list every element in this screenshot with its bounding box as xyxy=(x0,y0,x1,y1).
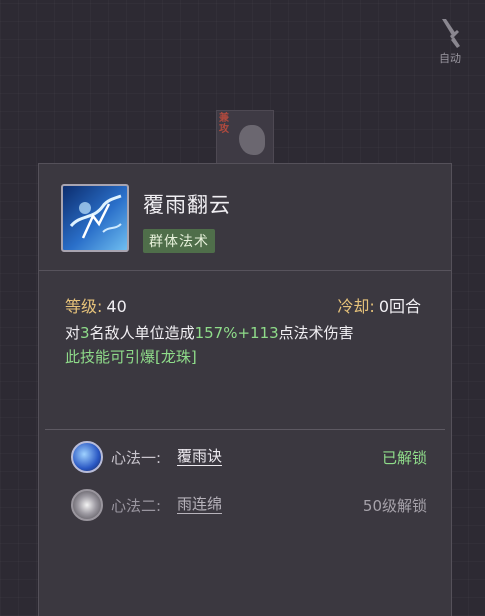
slot-tag-text: 兼攻 xyxy=(219,113,229,135)
skill-icon xyxy=(61,184,129,252)
xinfa-row-1[interactable]: 心法一: 覆雨诀 已解锁 xyxy=(71,441,427,477)
auto-label: 自动 xyxy=(439,52,461,65)
skill-type-badge: 群体法术 xyxy=(143,229,215,253)
background-skill-slot: 兼攻 xyxy=(216,110,274,168)
game-screen: 自动 兼攻 覆雨翻云 群体法术 等级: 40 冷却: 0回合 对3名敌人单位造成… xyxy=(0,0,485,616)
skill-header: 覆雨翻云 群体法术 xyxy=(39,164,451,271)
cooldown-value: 0回合 xyxy=(378,297,421,316)
cooldown-label: 冷却: xyxy=(337,297,375,316)
desc-damage: 157%+113 xyxy=(194,324,279,342)
skill-stats: 等级: 40 冷却: 0回合 对3名敌人单位造成157%+113点法术伤害 此技能可… xyxy=(39,271,451,408)
swirl-xinfa-icon xyxy=(71,489,103,521)
cooldown: 冷却: 0回合 xyxy=(337,293,421,317)
sword-icon xyxy=(442,19,460,48)
auto-battle-button[interactable]: 自动 xyxy=(433,16,467,68)
desc-count: 3 xyxy=(80,324,90,342)
desc-suffix: 点法术伤害 xyxy=(278,324,354,342)
skill-extra-effect: 此技能可引爆[龙珠] xyxy=(65,348,197,366)
divider xyxy=(45,429,445,430)
skill-description: 对3名敌人单位造成157%+113点法术伤害 xyxy=(65,321,421,345)
level-label: 等级: xyxy=(65,297,103,316)
xinfa-status: 已解锁 xyxy=(381,449,427,467)
skill-detail-panel: 覆雨翻云 群体法术 等级: 40 冷却: 0回合 对3名敌人单位造成157%+113… xyxy=(38,163,452,616)
rain-xinfa-icon xyxy=(71,441,103,473)
xinfa-name-link[interactable]: 覆雨诀 xyxy=(177,447,223,466)
xinfa-name-link[interactable]: 雨连绵 xyxy=(177,495,223,514)
skill-name: 覆雨翻云 xyxy=(143,193,231,217)
storm-icon xyxy=(69,194,122,239)
claw-icon xyxy=(239,125,265,155)
desc-mid: 名敌人单位造成 xyxy=(89,324,195,342)
xinfa-label: 心法一: xyxy=(111,449,162,467)
level-value: 40 xyxy=(106,297,127,316)
xinfa-label: 心法二: xyxy=(111,497,162,515)
desc-prefix: 对 xyxy=(65,324,81,342)
xinfa-row-2[interactable]: 心法二: 雨连绵 50级解锁 xyxy=(71,489,427,525)
xinfa-status: 50级解锁 xyxy=(362,497,427,515)
